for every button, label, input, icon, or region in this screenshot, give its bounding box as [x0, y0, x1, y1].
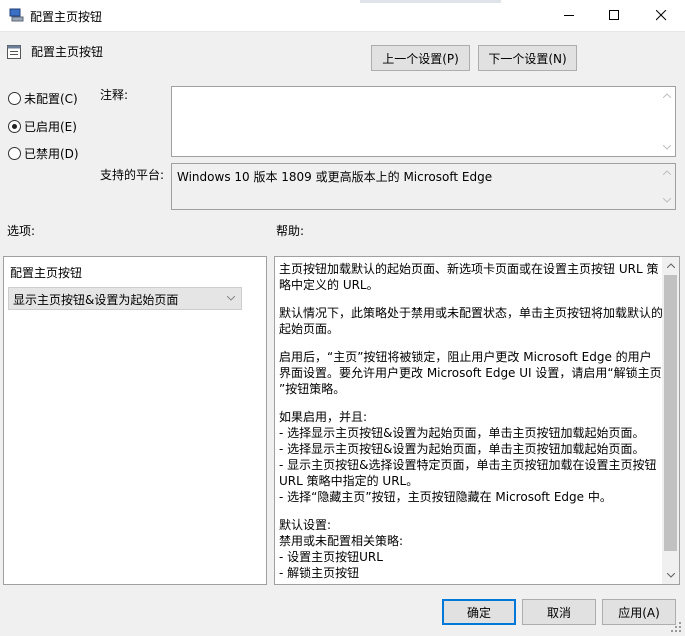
- scroll-down-icon[interactable]: [659, 139, 675, 156]
- minimize-icon: [563, 15, 574, 16]
- radio-dot-selected: [8, 120, 21, 133]
- help-line: 如果启用，并且:: [279, 410, 368, 424]
- radio-label: 未配置(C): [24, 92, 78, 106]
- select-value: 显示主页按钮&设置为起始页面: [13, 293, 179, 307]
- comment-textarea[interactable]: [171, 86, 676, 157]
- platform-value: Windows 10 版本 1809 或更高版本上的 Microsoft Edg…: [177, 170, 493, 184]
- help-paragraph-2: 默认情况下，此策略处于禁用或未配置状态，单击主页按钮将加载默认的 起始页面。: [279, 305, 664, 337]
- platform-field: Windows 10 版本 1809 或更高版本上的 Microsoft Edg…: [171, 163, 676, 210]
- help-line: URL 策略中指定的 URL。: [279, 474, 419, 488]
- previous-setting-button[interactable]: 上一个设置(P): [371, 45, 470, 71]
- help-paragraph-4: 如果启用，并且: - 选择显示主页按钮&设置为起始页面，单击主页按钮加载起始页面…: [279, 409, 661, 505]
- help-paragraph-5: 默认设置: 禁用或未配置相关策略: - 设置主页按钮URL - 解锁主页按钮: [279, 517, 661, 581]
- help-line: - 解锁主页按钮: [279, 566, 360, 580]
- help-paragraph-3: 启用后，“主页”按钮将被锁定，阻止用户更改 Microsoft Edge 的用户…: [279, 349, 662, 397]
- scroll-down-icon[interactable]: [662, 567, 679, 584]
- radio-label: 已禁用(D): [24, 147, 79, 161]
- help-line: ”按钮策略。: [279, 382, 346, 396]
- radio-enabled[interactable]: 已启用(E): [8, 118, 77, 135]
- title-bar: 配置主页按钮: [0, 0, 685, 32]
- minimize-button[interactable]: [546, 0, 592, 31]
- scroll-down-icon[interactable]: [659, 192, 675, 209]
- close-button[interactable]: [638, 0, 684, 31]
- help-line: 启用后，“主页”按钮将被锁定，阻止用户更改 Microsoft Edge 的用户: [279, 350, 652, 364]
- help-line: - 选择显示主页按钮&设置为起始页面，单击主页按钮加载起始页面。: [279, 442, 645, 456]
- resize-grip-icon[interactable]: [670, 621, 682, 633]
- help-scrollbar[interactable]: [662, 257, 679, 584]
- title-bar-accent: [360, 0, 501, 3]
- maximize-icon: [608, 10, 619, 20]
- help-text: 主页按钮加载默认的起始页面、新选项卡页面或在设置主页按钮 URL 策 略中定义的…: [279, 261, 664, 584]
- policy-window-icon: [9, 8, 24, 22]
- setting-title: 配置主页按钮: [31, 45, 104, 59]
- help-line: 略中定义的 URL。: [279, 278, 379, 292]
- scroll-up-icon[interactable]: [659, 87, 675, 104]
- help-line: 界面设置。要允许用户更改 Microsoft Edge UI 设置，请启用“解锁…: [279, 366, 662, 380]
- radio-not-configured[interactable]: 未配置(C): [8, 90, 78, 107]
- radio-disabled[interactable]: 已禁用(D): [8, 145, 79, 162]
- help-line: - 显示主页按钮&选择设置特定页面，单击主页按钮加载在设置主页按钮: [279, 458, 657, 472]
- home-button-mode-select[interactable]: 显示主页按钮&设置为起始页面: [8, 287, 242, 310]
- options-label: 选项:: [7, 224, 36, 238]
- radio-dot: [8, 92, 21, 105]
- radio-dot: [8, 147, 21, 160]
- close-icon: [655, 10, 666, 21]
- help-paragraph-1: 主页按钮加载默认的起始页面、新选项卡页面或在设置主页按钮 URL 策 略中定义的…: [279, 261, 661, 293]
- scroll-thumb[interactable]: [664, 275, 677, 551]
- platform-label: 支持的平台:: [100, 168, 165, 182]
- next-setting-button[interactable]: 下一个设置(N): [478, 45, 577, 71]
- help-line: 禁用或未配置相关策略:: [279, 534, 404, 548]
- ok-button[interactable]: 确定: [442, 599, 516, 625]
- help-line: 起始页面。: [279, 322, 340, 336]
- help-line: - 设置主页按钮URL: [279, 550, 383, 564]
- help-line: - 选择“隐藏主页”按钮，主页按钮隐藏在 Microsoft Edge 中。: [279, 490, 612, 504]
- platform-scrollbar[interactable]: [659, 164, 675, 209]
- maximize-button[interactable]: [591, 0, 637, 31]
- radio-label: 已启用(E): [24, 120, 77, 134]
- scroll-up-icon[interactable]: [659, 164, 675, 181]
- help-line: 默认设置:: [279, 518, 332, 532]
- scroll-up-icon[interactable]: [662, 257, 679, 274]
- cancel-button[interactable]: 取消: [522, 599, 596, 625]
- help-panel: 主页按钮加载默认的起始页面、新选项卡页面或在设置主页按钮 URL 策 略中定义的…: [274, 256, 680, 585]
- comment-scrollbar[interactable]: [659, 87, 675, 156]
- help-line: 主页按钮加载默认的起始页面、新选项卡页面或在设置主页按钮 URL 策: [279, 262, 659, 276]
- setting-icon: [7, 45, 21, 59]
- help-label: 帮助:: [276, 224, 305, 238]
- help-line: - 选择显示主页按钮&设置为起始页面，单击主页按钮加载起始页面。: [279, 426, 645, 440]
- comment-label: 注释:: [100, 88, 129, 102]
- chevron-down-icon: [227, 296, 235, 301]
- help-line: 默认情况下，此策略处于禁用或未配置状态，单击主页按钮将加载默认的: [279, 306, 664, 320]
- window-title: 配置主页按钮: [30, 10, 103, 24]
- options-setting-label: 配置主页按钮: [10, 266, 83, 280]
- apply-button[interactable]: 应用(A): [602, 599, 676, 625]
